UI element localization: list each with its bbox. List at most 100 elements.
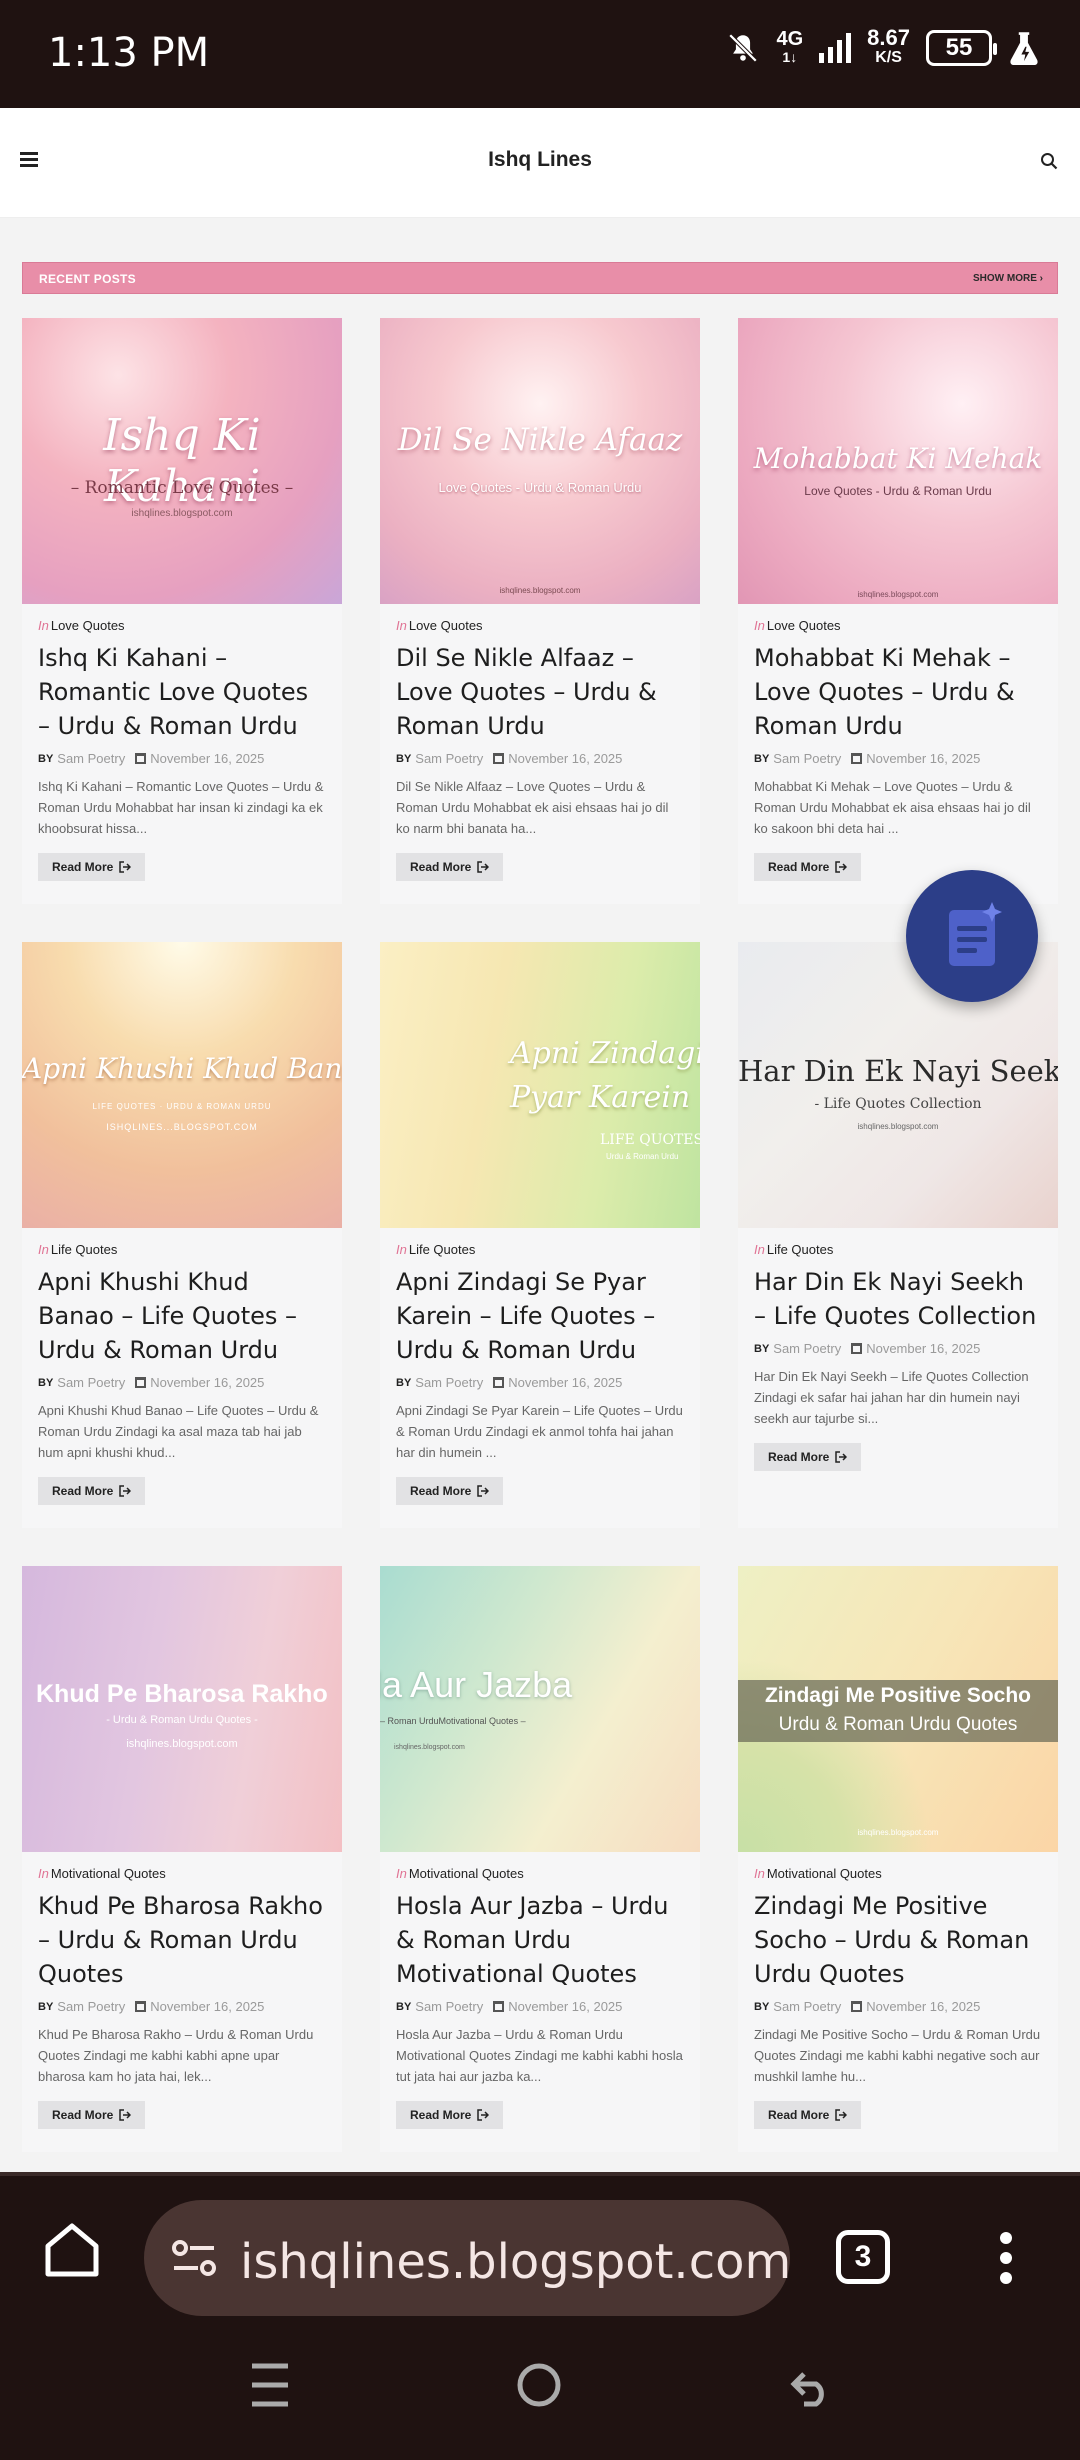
show-more-link[interactable]: SHOW MORE › bbox=[973, 273, 1043, 284]
vertical-dots-icon[interactable] bbox=[1000, 2232, 1014, 2292]
calendar-icon bbox=[135, 2001, 147, 2012]
sign-out-icon bbox=[119, 2109, 132, 2121]
section-title: RECENT POSTS bbox=[39, 272, 136, 286]
post-author[interactable]: Sam Poetry bbox=[773, 1341, 841, 1356]
post-category[interactable]: In Life Quotes bbox=[38, 1242, 326, 1257]
thumbnail-site: Urdu & Roman Urdu bbox=[606, 1152, 679, 1161]
post-author[interactable]: Sam Poetry bbox=[57, 1375, 125, 1390]
thumbnail-title: Zindagi Me Positive Socho bbox=[764, 1684, 1032, 1707]
battery-indicator: 55 bbox=[926, 30, 997, 66]
read-more-button[interactable]: Read More bbox=[38, 2101, 146, 2129]
post-date: November 16, 2025 bbox=[150, 1375, 265, 1390]
post-thumbnail[interactable]: Zindagi Me Positive Socho Urdu & Roman U… bbox=[738, 1566, 1058, 1852]
post-category[interactable]: In Motivational Quotes bbox=[38, 1866, 326, 1881]
post-excerpt: Mohabbat Ki Mehak – Love Quotes – Urdu &… bbox=[754, 779, 1031, 836]
post-card: Apni Zindagi Se Pyar Karein LIFE QUOTES … bbox=[380, 942, 700, 1528]
thumbnail-site: ISHQLINES...BLOGSPOT.COM bbox=[106, 1122, 258, 1132]
url-text[interactable]: ishqlines.blogspot.com bbox=[240, 2234, 791, 2290]
post-author[interactable]: Sam Poetry bbox=[773, 751, 841, 766]
read-more-button[interactable]: Read More bbox=[396, 1477, 504, 1505]
post-author[interactable]: Sam Poetry bbox=[415, 751, 483, 766]
post-title[interactable]: Khud Pe Bharosa Rakho – Urdu & Roman Urd… bbox=[38, 1889, 326, 1991]
post-excerpt: Apni Zindagi Se Pyar Karein – Life Quote… bbox=[396, 1403, 683, 1460]
calendar-icon bbox=[851, 753, 863, 764]
read-more-button[interactable]: Read More bbox=[754, 2101, 862, 2129]
post-card: Apni Khushi Khud Banao LIFE QUOTES · URD… bbox=[22, 942, 342, 1528]
sign-out-icon bbox=[119, 861, 132, 873]
thumbnail-subtitle: Love Quotes - Urdu & Roman Urdu bbox=[804, 484, 992, 498]
post-card: Mohabbat Ki Mehak Love Quotes - Urdu & R… bbox=[738, 318, 1058, 904]
post-thumbnail[interactable]: Apni Khushi Khud Banao LIFE QUOTES · URD… bbox=[22, 942, 342, 1228]
post-category[interactable]: In Love Quotes bbox=[754, 618, 1042, 633]
tab-switcher-button[interactable]: 3 bbox=[836, 2230, 890, 2284]
thumbnail-subtitle: - Urdu & Roman Urdu Quotes - bbox=[106, 1714, 258, 1726]
post-category[interactable]: In Motivational Quotes bbox=[396, 1866, 684, 1881]
post-category[interactable]: In Love Quotes bbox=[38, 618, 326, 633]
post-title[interactable]: Apni Khushi Khud Banao – Life Quotes – U… bbox=[38, 1265, 326, 1367]
post-date: November 16, 2025 bbox=[866, 1341, 981, 1356]
floating-action-button[interactable] bbox=[906, 870, 1038, 1002]
post-author[interactable]: Sam Poetry bbox=[57, 751, 125, 766]
post-title[interactable]: Har Din Ek Nayi Seekh – Life Quotes Coll… bbox=[754, 1265, 1042, 1333]
site-header: Ishq Lines bbox=[0, 108, 1080, 218]
home-icon[interactable] bbox=[42, 2220, 102, 2280]
sign-out-icon bbox=[835, 861, 848, 873]
post-meta: BY Sam Poetry November 16, 2025 bbox=[754, 751, 981, 766]
post-thumbnail[interactable]: Hosla Aur Jazba – Roman UrduMotivational… bbox=[380, 1566, 700, 1852]
post-author[interactable]: Sam Poetry bbox=[415, 1999, 483, 2014]
sign-out-icon bbox=[477, 861, 490, 873]
post-excerpt: Zindagi Me Positive Socho – Urdu & Roman… bbox=[754, 2027, 1041, 2084]
post-category[interactable]: In Life Quotes bbox=[754, 1242, 1042, 1257]
back-icon[interactable] bbox=[788, 2362, 834, 2408]
post-title[interactable]: Dil Se Nikle Alfaaz – Love Quotes – Urdu… bbox=[396, 641, 684, 743]
post-meta: BY Sam Poetry November 16, 2025 bbox=[396, 1999, 623, 2014]
thumbnail-subtitle: – Romantic Love Quotes – bbox=[70, 478, 294, 498]
thumbnail-site: ishqlines.blogspot.com bbox=[857, 1122, 939, 1131]
post-excerpt: Apni Khushi Khud Banao – Life Quotes – U… bbox=[38, 1403, 319, 1460]
search-icon[interactable] bbox=[1040, 152, 1058, 170]
read-more-button[interactable]: Read More bbox=[754, 1443, 862, 1471]
site-title[interactable]: Ishq Lines bbox=[0, 148, 1080, 172]
post-title[interactable]: Mohabbat Ki Mehak – Love Quotes – Urdu &… bbox=[754, 641, 1042, 743]
tune-icon[interactable] bbox=[170, 2238, 218, 2278]
post-card: Ishq Ki Kahani – Romantic Love Quotes – … bbox=[22, 318, 342, 904]
post-thumbnail[interactable]: Ishq Ki Kahani – Romantic Love Quotes – … bbox=[22, 318, 342, 604]
read-more-button[interactable]: Read More bbox=[754, 853, 862, 881]
post-thumbnail[interactable]: Mohabbat Ki Mehak Love Quotes - Urdu & R… bbox=[738, 318, 1058, 604]
post-category[interactable]: In Love Quotes bbox=[396, 618, 684, 633]
post-title[interactable]: Ishq Ki Kahani – Romantic Love Quotes – … bbox=[38, 641, 326, 743]
post-author[interactable]: Sam Poetry bbox=[57, 1999, 125, 2014]
home-circle-icon[interactable] bbox=[516, 2362, 562, 2408]
read-more-button[interactable]: Read More bbox=[38, 853, 146, 881]
post-author[interactable]: Sam Poetry bbox=[415, 1375, 483, 1390]
read-more-button[interactable]: Read More bbox=[396, 2101, 504, 2129]
post-author[interactable]: Sam Poetry bbox=[773, 1999, 841, 2014]
post-category[interactable]: In Life Quotes bbox=[396, 1242, 684, 1257]
thumbnail-title: Apni Khushi Khud Banao bbox=[22, 1052, 342, 1085]
recent-apps-icon[interactable] bbox=[250, 2362, 290, 2408]
post-thumbnail[interactable]: Dil Se Nikle Afaaz Love Quotes - Urdu & … bbox=[380, 318, 700, 604]
calendar-icon bbox=[851, 1343, 863, 1354]
post-thumbnail[interactable]: Khud Pe Bharosa Rakho - Urdu & Roman Urd… bbox=[22, 1566, 342, 1852]
thumbnail-site: ishqlines.blogspot.com bbox=[857, 590, 939, 599]
post-title[interactable]: Zindagi Me Positive Socho – Urdu & Roman… bbox=[754, 1889, 1042, 1991]
post-meta: BY Sam Poetry November 16, 2025 bbox=[38, 1999, 265, 2014]
thumbnail-site: ishqlines.blogspot.com bbox=[499, 586, 581, 595]
recent-posts-bar: RECENT POSTS SHOW MORE › bbox=[22, 262, 1058, 294]
address-bar[interactable]: ishqlines.blogspot.com bbox=[144, 2200, 791, 2316]
document-icon bbox=[949, 902, 1002, 966]
calendar-icon bbox=[851, 2001, 863, 2012]
post-title[interactable]: Hosla Aur Jazba – Urdu & Roman Urdu Moti… bbox=[396, 1889, 684, 1991]
system-navigation-bar bbox=[0, 2318, 1080, 2460]
read-more-button[interactable]: Read More bbox=[38, 1477, 146, 1505]
post-card: Hosla Aur Jazba – Roman UrduMotivational… bbox=[380, 1566, 700, 2152]
post-thumbnail[interactable]: Apni Zindagi Se Pyar Karein LIFE QUOTES … bbox=[380, 942, 700, 1228]
post-date: November 16, 2025 bbox=[508, 1375, 623, 1390]
thumbnail-subtitle: LIFE QUOTES bbox=[600, 1132, 700, 1148]
post-category[interactable]: In Motivational Quotes bbox=[754, 1866, 1042, 1881]
post-title[interactable]: Apni Zindagi Se Pyar Karein – Life Quote… bbox=[396, 1265, 684, 1367]
read-more-button[interactable]: Read More bbox=[396, 853, 504, 881]
post-card: Khud Pe Bharosa Rakho - Urdu & Roman Urd… bbox=[22, 1566, 342, 2152]
calendar-icon bbox=[493, 1377, 505, 1388]
thumbnail-subtitle: Urdu & Roman Urdu Quotes bbox=[778, 1714, 1018, 1735]
